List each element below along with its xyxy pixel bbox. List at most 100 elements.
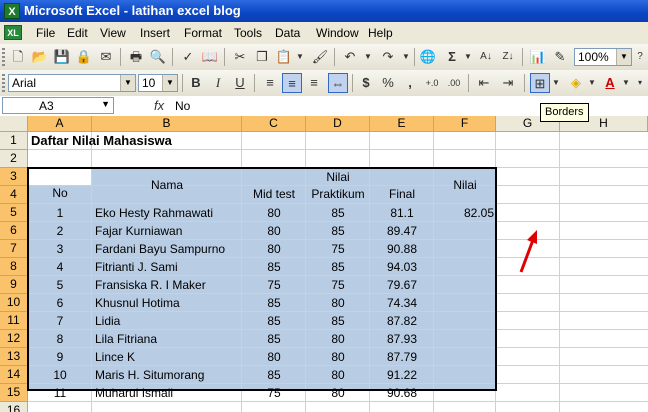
insert-function-icon[interactable]: fx	[154, 98, 164, 113]
font-color-dropdown-icon[interactable]: ▼	[620, 73, 632, 93]
column-header-f[interactable]: F	[434, 116, 496, 132]
currency-icon[interactable]: $	[356, 73, 376, 93]
spelling-icon[interactable]: ✓	[178, 47, 198, 67]
save-icon[interactable]: 💾	[52, 47, 72, 67]
row-header[interactable]: 4	[0, 186, 28, 204]
font-combo[interactable]: Arial ▼	[8, 74, 136, 92]
row-header[interactable]: 10	[0, 294, 28, 312]
font-size-dropdown-icon[interactable]: ▼	[162, 75, 177, 91]
formula-input[interactable]: No	[175, 99, 190, 113]
column-gridline	[559, 132, 560, 412]
column-header-a[interactable]: A	[28, 116, 92, 132]
print-preview-icon[interactable]: 🔍	[148, 47, 168, 67]
italic-icon[interactable]: I	[208, 73, 228, 93]
font-color-icon[interactable]: A	[600, 73, 620, 93]
row-header[interactable]: 6	[0, 222, 28, 240]
redo-icon[interactable]: ↷	[378, 47, 398, 67]
chart-wizard-icon[interactable]: 📊	[528, 47, 548, 67]
bold-icon[interactable]: B	[186, 73, 206, 93]
fill-color-dropdown-icon[interactable]: ▼	[586, 73, 598, 93]
font-size-combo[interactable]: 10 ▼	[138, 74, 178, 92]
row-header[interactable]: 11	[0, 312, 28, 330]
row-header[interactable]: 14	[0, 366, 28, 384]
copy-icon[interactable]: ❐	[252, 47, 272, 67]
selection-border	[27, 167, 497, 391]
new-icon[interactable]: 🗋	[8, 47, 28, 67]
font-size-value: 10	[142, 76, 156, 90]
format-painter-icon[interactable]: 🖌	[310, 47, 330, 67]
menu-view[interactable]: View	[100, 26, 126, 40]
comma-style-icon[interactable]: ,	[400, 73, 420, 93]
row-header[interactable]: 12	[0, 330, 28, 348]
menu-window[interactable]: Window	[316, 26, 359, 40]
menu-format[interactable]: Format	[184, 26, 222, 40]
name-box-dropdown-icon[interactable]: ▼	[101, 99, 110, 109]
research-icon[interactable]: 📖	[200, 47, 220, 67]
percent-icon[interactable]: %	[378, 73, 398, 93]
help-icon[interactable]: ?	[634, 47, 646, 67]
align-right-icon[interactable]: ≡	[304, 73, 324, 93]
merge-center-icon[interactable]: ⇔	[328, 73, 348, 93]
redo-dropdown-icon[interactable]: ▼	[400, 47, 412, 67]
autosum-dropdown-icon[interactable]: ▼	[462, 47, 474, 67]
row-header[interactable]: 5	[0, 204, 28, 222]
undo-icon[interactable]: ↶	[340, 47, 360, 67]
undo-dropdown-icon[interactable]: ▼	[362, 47, 374, 67]
select-all-corner[interactable]	[0, 116, 28, 132]
menu-help[interactable]: Help	[368, 26, 393, 40]
window-title: Microsoft Excel - latihan excel blog	[24, 3, 241, 18]
row-header[interactable]: 9	[0, 276, 28, 294]
row-header[interactable]: 1	[0, 132, 28, 150]
column-header-e[interactable]: E	[370, 116, 434, 132]
borders-icon[interactable]: ⊞	[530, 73, 550, 93]
open-icon[interactable]: 📂	[30, 47, 50, 67]
drawing-icon[interactable]: ✎	[550, 47, 570, 67]
print-icon[interactable]: 🖶	[126, 47, 146, 67]
permission-icon[interactable]: 🔒	[74, 47, 94, 67]
zoom-combo[interactable]: 100% ▼	[574, 48, 632, 66]
row-header[interactable]: 8	[0, 258, 28, 276]
menu-data[interactable]: Data	[275, 26, 300, 40]
menu-edit[interactable]: Edit	[67, 26, 88, 40]
paste-icon[interactable]: 📋	[274, 47, 294, 67]
toolbar-grip[interactable]	[2, 74, 5, 92]
decrease-decimal-icon[interactable]: .00	[444, 73, 464, 93]
align-left-icon[interactable]: ≡	[260, 73, 280, 93]
toolbar-grip[interactable]	[2, 48, 5, 66]
excel-app-icon[interactable]: X	[4, 3, 20, 19]
fill-color-icon[interactable]: ◈	[566, 73, 586, 93]
name-box[interactable]: A3 ▼	[2, 97, 114, 114]
hyperlink-icon[interactable]: 🌐	[418, 47, 438, 67]
row-header[interactable]: 3	[0, 168, 28, 186]
zoom-dropdown-icon[interactable]: ▼	[616, 49, 631, 65]
align-center-icon[interactable]: ≡	[282, 73, 302, 93]
row-header[interactable]: 7	[0, 240, 28, 258]
row-header[interactable]: 15	[0, 384, 28, 402]
sort-descending-icon[interactable]: Z↓	[498, 47, 518, 67]
row-header[interactable]: 2	[0, 150, 28, 168]
row-header[interactable]: 16	[0, 402, 28, 412]
borders-dropdown-icon[interactable]: ▼	[550, 73, 562, 93]
increase-indent-icon[interactable]: ⇥	[498, 73, 518, 93]
menu-insert[interactable]: Insert	[140, 26, 170, 40]
workbook-icon[interactable]: XL	[4, 25, 22, 40]
font-dropdown-icon[interactable]: ▼	[120, 75, 135, 91]
column-header-c[interactable]: C	[242, 116, 306, 132]
decrease-indent-icon[interactable]: ⇤	[474, 73, 494, 93]
increase-decimal-icon[interactable]: +.0	[422, 73, 442, 93]
menu-bar: XL File Edit View Insert Format Tools Da…	[0, 22, 648, 45]
cut-icon[interactable]: ✂	[230, 47, 250, 67]
underline-icon[interactable]: U	[230, 73, 250, 93]
column-header-b[interactable]: B	[92, 116, 242, 132]
toolbar-options-icon[interactable]: ▾	[634, 73, 646, 93]
column-header-d[interactable]: D	[306, 116, 370, 132]
sort-ascending-icon[interactable]: A↓	[476, 47, 496, 67]
menu-tools[interactable]: Tools	[234, 26, 262, 40]
sheet-title[interactable]: Daftar Nilai Mahasiswa	[31, 133, 172, 148]
email-icon[interactable]: ✉	[96, 47, 116, 67]
menu-file[interactable]: File	[36, 26, 55, 40]
borders-tooltip: Borders	[540, 103, 589, 122]
paste-dropdown-icon[interactable]: ▼	[294, 47, 306, 67]
row-header[interactable]: 13	[0, 348, 28, 366]
autosum-icon[interactable]: Σ	[442, 47, 462, 67]
